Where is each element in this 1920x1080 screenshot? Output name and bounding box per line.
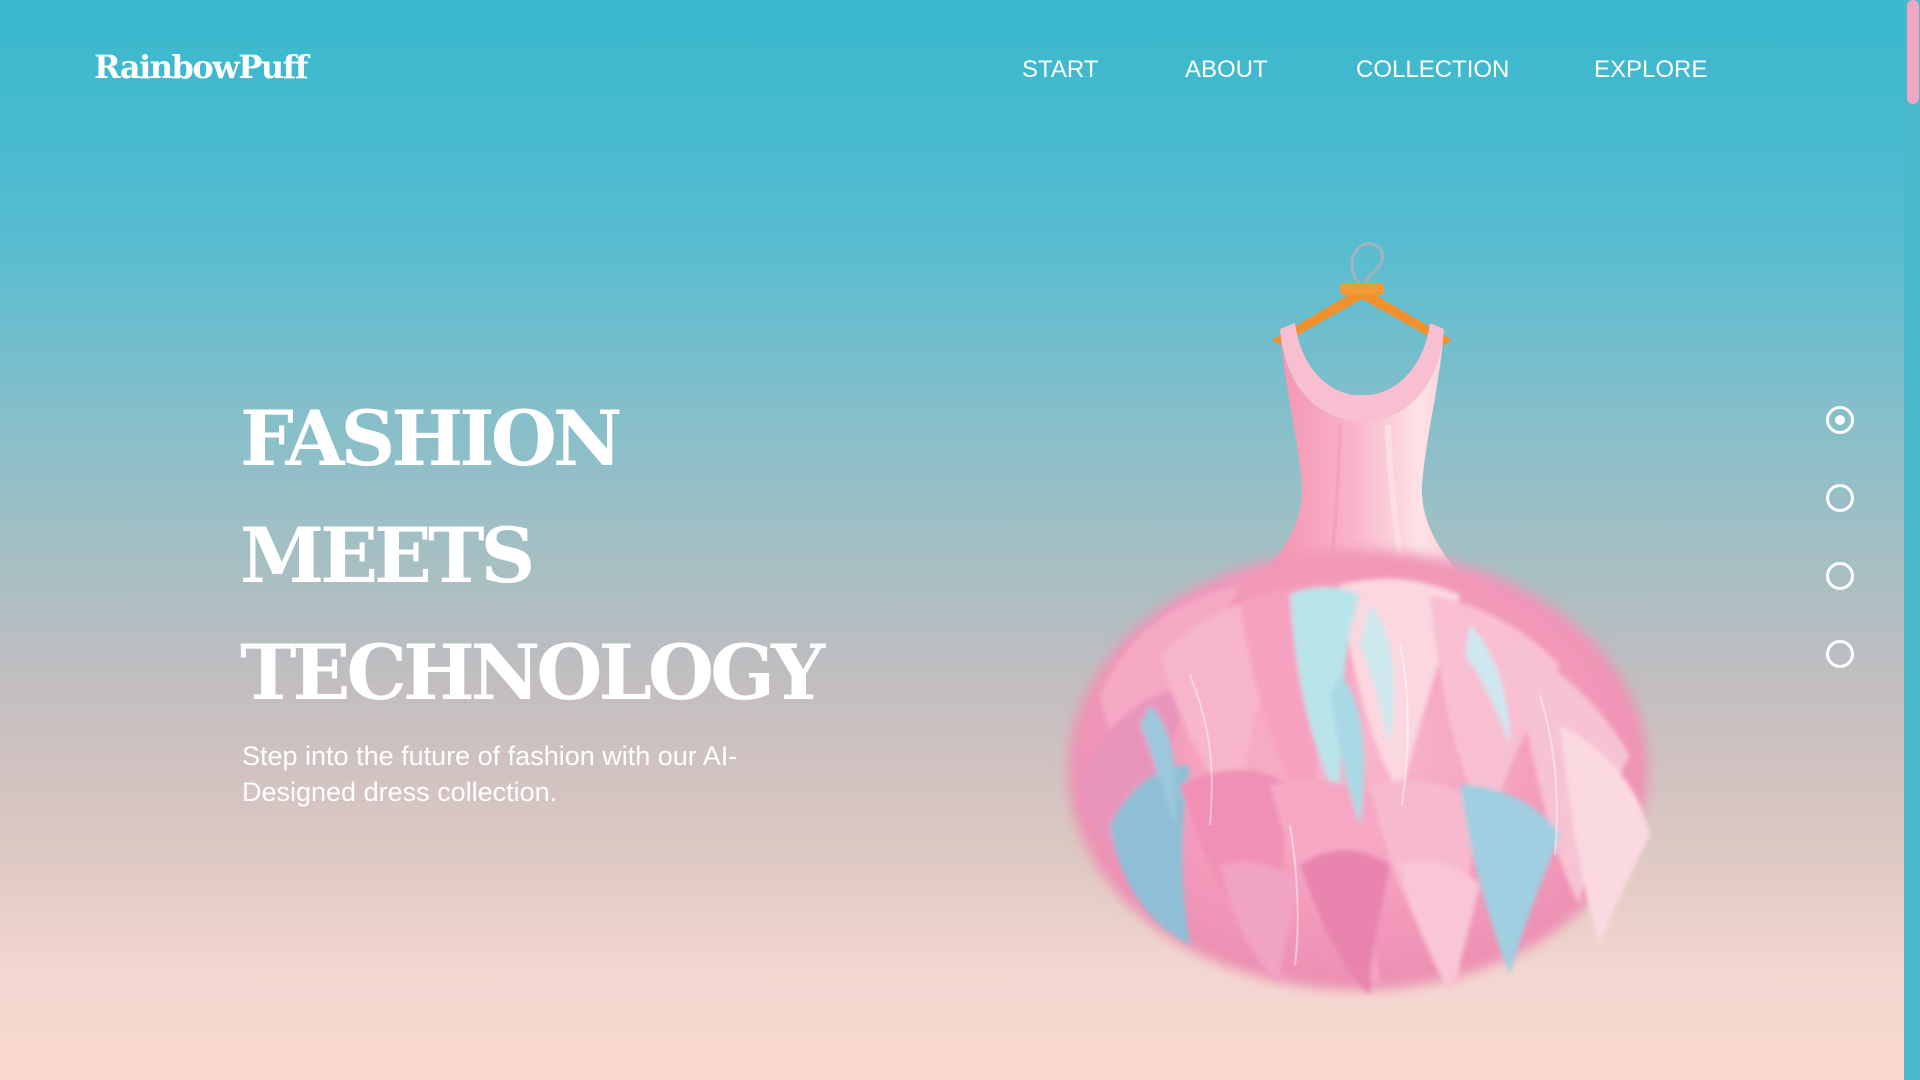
- slide-indicator: [1826, 406, 1860, 676]
- slide-dot-4[interactable]: [1826, 640, 1854, 668]
- hero-subtitle: Step into the future of fashion with our…: [242, 741, 738, 807]
- hero-headline: FASHION MEETS TECHNOLOGY: [240, 380, 880, 731]
- slide-dot-2[interactable]: [1826, 484, 1854, 512]
- nav-link-collection[interactable]: COLLECTION: [1356, 56, 1509, 84]
- brand-logo[interactable]: RainbowPuff: [94, 48, 309, 86]
- scrollbar-thumb[interactable]: [1907, 0, 1919, 104]
- hero-headline-line-3: TECHNOLOGY: [240, 628, 825, 717]
- landing-page: RainbowPuff START ABOUT COLLECTION EXPLO…: [0, 0, 1904, 1080]
- nav-link-explore[interactable]: EXPLORE: [1594, 56, 1707, 84]
- nav-link-about[interactable]: ABOUT: [1185, 56, 1268, 84]
- hero-headline-line-1: FASHION: [240, 394, 622, 483]
- nav-link-start[interactable]: START: [1022, 56, 1098, 84]
- slide-dot-3[interactable]: [1826, 562, 1854, 590]
- feather-dress-image: [1068, 242, 1650, 995]
- page-scrollbar[interactable]: [1904, 0, 1920, 1080]
- hero-headline-line-2: MEETS: [240, 511, 535, 600]
- slide-dot-1[interactable]: [1826, 406, 1854, 434]
